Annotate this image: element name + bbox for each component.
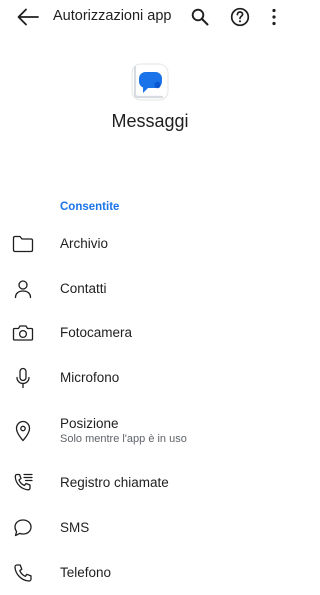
- permission-item-telefono[interactable]: Telefono: [0, 551, 300, 595]
- help-button[interactable]: [228, 5, 252, 29]
- arrow-back-icon: [17, 8, 39, 26]
- folder-icon: [12, 233, 34, 255]
- permission-label: Archivio: [60, 236, 109, 251]
- section-allowed-title: Consentite: [60, 201, 120, 213]
- permission-label: SMS: [60, 520, 90, 535]
- permission-sublabel: Solo mentre l'app è in uso: [60, 433, 187, 445]
- permission-item-contatti[interactable]: Contatti: [0, 267, 300, 311]
- search-button[interactable]: [188, 5, 212, 29]
- person-icon: [12, 278, 34, 300]
- chat-bubble-icon: [12, 517, 34, 539]
- page-title: Autorizzazioni app: [53, 8, 172, 24]
- messages-app-icon: [131, 63, 169, 101]
- phone-icon: [12, 562, 34, 584]
- permission-item-registro-chiamate[interactable]: Registro chiamate: [0, 461, 300, 505]
- permission-label: Posizione: [60, 416, 119, 431]
- search-icon: [191, 8, 209, 26]
- app-name: Messaggi: [111, 111, 189, 131]
- more-options-button[interactable]: [264, 5, 284, 29]
- permission-item-fotocamera[interactable]: Fotocamera: [0, 311, 300, 355]
- call-log-icon: [12, 472, 34, 494]
- permission-label: Telefono: [60, 565, 112, 580]
- permission-label: Registro chiamate: [60, 475, 169, 490]
- top-app-bar: Autorizzazioni app: [0, 0, 300, 34]
- permission-item-microfono[interactable]: Microfono: [0, 356, 300, 400]
- microphone-icon: [12, 367, 34, 389]
- back-button[interactable]: [14, 5, 42, 29]
- permission-label: Contatti: [60, 281, 107, 296]
- more-vert-icon: [272, 8, 276, 26]
- camera-icon: [12, 322, 34, 344]
- permission-item-archivio[interactable]: Archivio: [0, 222, 300, 266]
- app-icon: [131, 63, 169, 101]
- permission-item-posizione[interactable]: Posizione Solo mentre l'app è in uso: [0, 400, 300, 450]
- location-pin-icon: [12, 420, 34, 442]
- permission-item-sms[interactable]: SMS: [0, 506, 300, 550]
- permission-label: Microfono: [60, 370, 120, 385]
- help-icon: [230, 7, 250, 27]
- permission-label: Fotocamera: [60, 325, 133, 340]
